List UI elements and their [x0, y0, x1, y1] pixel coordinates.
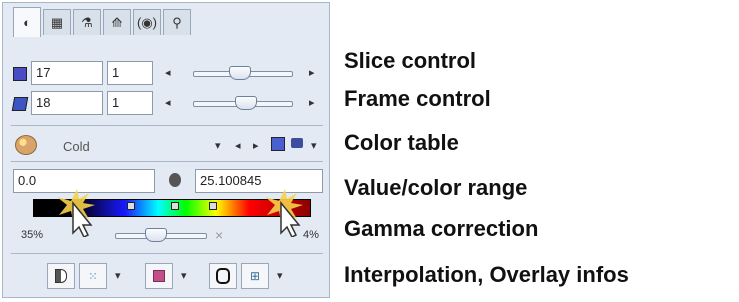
overlay-dots-button[interactable]: ⁙ [79, 263, 107, 289]
range-lock-icon[interactable] [169, 173, 181, 187]
slice-slider-thumb[interactable] [229, 66, 251, 80]
color-table-next-icon[interactable]: ▸ [253, 139, 259, 152]
frame-right-arrow-icon[interactable]: ▸ [309, 96, 315, 109]
slice-step-field[interactable]: 1 [107, 61, 153, 85]
gamma-reset-icon[interactable]: × [215, 227, 223, 243]
overlay-dots-dropdown-icon[interactable]: ▾ [115, 269, 121, 282]
grid-overlay-icon [153, 270, 165, 282]
info-overlay-icon: ⊞ [249, 269, 261, 283]
color-options-dropdown-icon[interactable]: ▾ [311, 139, 317, 152]
roi-icon [216, 268, 230, 284]
divider [11, 161, 323, 162]
interpolation-icon [55, 269, 67, 283]
divider [11, 253, 323, 254]
tab-curve[interactable]: ⟰ [103, 9, 131, 35]
right-cursor-icon [265, 189, 303, 237]
slice-right-arrow-icon[interactable]: ▸ [309, 66, 315, 79]
color-options-icon[interactable] [291, 138, 303, 148]
grid-icon: ▦ [50, 14, 64, 30]
slice-square-icon [13, 67, 27, 81]
panel-tabs: ◐ ▦ ⚗ ⟰ (◉) ⚲ [13, 7, 193, 39]
info-overlay-button[interactable]: ⊞ [241, 263, 269, 289]
color-bar-max-marker[interactable] [209, 202, 217, 210]
gamma-left-value: 35% [21, 229, 44, 241]
tab-contrast[interactable]: ◐ [13, 7, 41, 37]
palette-icon[interactable] [15, 135, 37, 155]
annotation-slice-control: Slice control [344, 48, 477, 73]
dots-icon: ⁙ [88, 270, 98, 283]
image-control-panel: ◐ ▦ ⚗ ⟰ (◉) ⚲ 17 1 ◂ ▸ 18 1 ◂ ▸ Cold ▾ ◂… [2, 2, 330, 298]
gamma-right-value: 4% [303, 229, 319, 241]
annotation-interpolation-overlay: Interpolation, Overlay infos [344, 262, 629, 287]
color-table-dropdown-icon[interactable]: ▾ [215, 139, 221, 152]
roi-button[interactable] [209, 263, 237, 289]
frame-slider-thumb[interactable] [235, 96, 257, 110]
probe-icon: ⚲ [172, 14, 182, 30]
interpolation-button[interactable] [47, 263, 75, 289]
divider [11, 125, 323, 126]
frame-value-field[interactable]: 18 [31, 91, 103, 115]
annotation-frame-control: Frame control [344, 86, 491, 111]
tab-tools[interactable]: ⚗ [73, 9, 101, 35]
left-cursor-icon [57, 189, 95, 237]
tab-signal[interactable]: (◉) [133, 9, 161, 35]
contrast-icon: ◐ [23, 15, 31, 30]
frame-step-field[interactable]: 1 [107, 91, 153, 115]
curve-icon: ⟰ [111, 14, 123, 30]
annotation-value-color-range: Value/color range [344, 175, 528, 200]
color-bar-mid-marker[interactable] [171, 202, 179, 210]
slice-value-field[interactable]: 17 [31, 61, 103, 85]
info-overlay-dropdown-icon[interactable]: ▾ [277, 269, 283, 282]
tab-grid[interactable]: ▦ [43, 9, 71, 35]
annotation-color-table: Color table [344, 130, 459, 155]
frame-square-icon [11, 97, 29, 111]
frame-left-arrow-icon[interactable]: ◂ [165, 96, 171, 109]
signal-icon: (◉) [136, 14, 157, 30]
color-table-name[interactable]: Cold [63, 139, 90, 154]
tools-icon: ⚗ [81, 14, 93, 30]
invert-icon[interactable] [271, 137, 285, 151]
annotation-gamma-correction: Gamma correction [344, 216, 539, 241]
color-bar-min-marker[interactable] [127, 202, 135, 210]
gamma-slider-thumb[interactable] [145, 228, 167, 242]
grid-overlay-button[interactable] [145, 263, 173, 289]
grid-overlay-dropdown-icon[interactable]: ▾ [181, 269, 187, 282]
slice-left-arrow-icon[interactable]: ◂ [165, 66, 171, 79]
tab-probe[interactable]: ⚲ [163, 9, 191, 35]
color-table-prev-icon[interactable]: ◂ [235, 139, 241, 152]
